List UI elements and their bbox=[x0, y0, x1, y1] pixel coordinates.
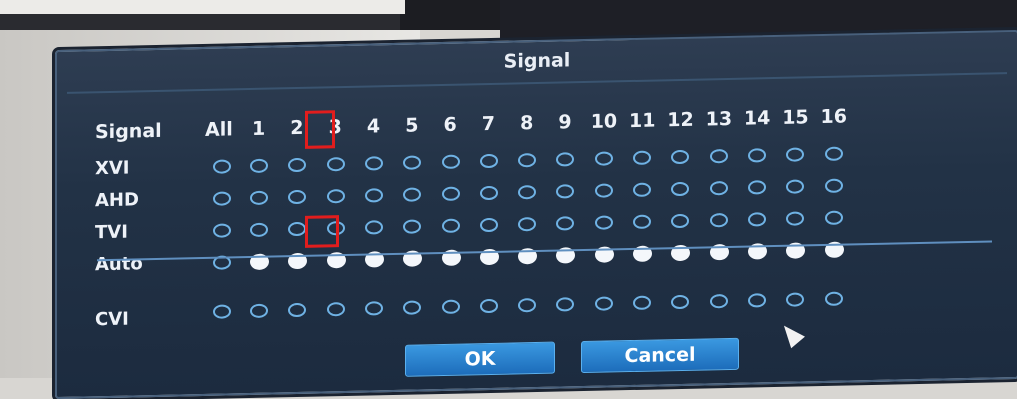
radio-cvi-ch4[interactable] bbox=[364, 301, 383, 316]
radio-cvi-ch16[interactable] bbox=[824, 291, 843, 306]
radio-tvi-ch7[interactable] bbox=[479, 217, 498, 233]
radio-xvi-ch10[interactable] bbox=[594, 151, 613, 166]
radio-cvi-ch2[interactable] bbox=[288, 302, 307, 318]
radio-tvi-ch2[interactable] bbox=[288, 221, 307, 237]
radio-ahd-ch4[interactable] bbox=[364, 188, 383, 203]
channel-header-6: 6 bbox=[443, 113, 457, 136]
radio-cvi-ch6[interactable] bbox=[441, 299, 460, 315]
radio-cvi-ch1[interactable] bbox=[250, 303, 268, 319]
radio-ahd-ch16[interactable] bbox=[824, 178, 843, 193]
channel-header-9: 9 bbox=[558, 111, 572, 134]
radio-cvi-ch12[interactable] bbox=[671, 294, 690, 310]
radio-cvi-ch14[interactable] bbox=[747, 293, 766, 308]
radio-xvi-ch13[interactable] bbox=[709, 149, 728, 164]
row-label-tvi: TVI bbox=[95, 221, 128, 244]
radio-ahd-ch12[interactable] bbox=[671, 181, 690, 197]
radio-ahd-ch11[interactable] bbox=[633, 182, 651, 197]
radio-ahd-ch2[interactable] bbox=[288, 189, 307, 205]
radio-ahd-ch6[interactable] bbox=[441, 186, 460, 202]
radio-xvi-all[interactable] bbox=[213, 159, 231, 174]
radio-xvi-ch11[interactable] bbox=[633, 150, 651, 165]
radio-cvi-ch8[interactable] bbox=[518, 298, 537, 313]
radio-ahd-ch14[interactable] bbox=[747, 180, 766, 195]
radio-ahd-ch9[interactable] bbox=[556, 184, 575, 199]
radio-tvi-ch16[interactable] bbox=[824, 210, 843, 225]
radio-xvi-ch6[interactable] bbox=[441, 154, 460, 170]
radio-tvi-ch13[interactable] bbox=[709, 213, 728, 228]
ok-button[interactable]: OK bbox=[405, 341, 555, 377]
radio-xvi-ch12[interactable] bbox=[671, 149, 690, 165]
radio-xvi-ch9[interactable] bbox=[556, 152, 575, 167]
signal-column-header: Signal bbox=[95, 119, 162, 144]
radio-ahd-ch13[interactable] bbox=[709, 181, 728, 196]
channel-header-10: 10 bbox=[590, 110, 618, 133]
channel-header-1: 1 bbox=[252, 117, 266, 140]
radio-tvi-ch4[interactable] bbox=[364, 220, 383, 235]
cvi-separator bbox=[97, 240, 992, 262]
radio-tvi-all[interactable] bbox=[213, 223, 231, 238]
radio-cvi-ch13[interactable] bbox=[709, 294, 728, 309]
radio-ahd-ch5[interactable] bbox=[403, 187, 422, 202]
radio-ahd-ch7[interactable] bbox=[479, 185, 498, 201]
radio-cvi-ch7[interactable] bbox=[479, 298, 498, 314]
radio-tvi-ch15[interactable] bbox=[786, 211, 805, 226]
channel-header-13: 13 bbox=[705, 107, 733, 131]
row-label-ahd: AHD bbox=[95, 189, 139, 212]
radio-ahd-ch8[interactable] bbox=[518, 185, 537, 200]
all-column-header: All bbox=[205, 118, 233, 141]
radio-xvi-ch14[interactable] bbox=[747, 148, 766, 163]
radio-tvi-ch1[interactable] bbox=[250, 222, 268, 238]
radio-xvi-ch2[interactable] bbox=[288, 157, 307, 173]
radio-cvi-ch15[interactable] bbox=[786, 292, 805, 307]
radio-cvi-ch11[interactable] bbox=[633, 295, 651, 310]
radio-xvi-ch4[interactable] bbox=[364, 156, 383, 171]
radio-tvi-ch5[interactable] bbox=[403, 219, 422, 234]
radio-tvi-ch6[interactable] bbox=[441, 218, 460, 234]
channel-header-11: 11 bbox=[629, 109, 656, 133]
channel-header-16: 16 bbox=[820, 105, 847, 129]
radio-xvi-ch5[interactable] bbox=[403, 155, 422, 170]
radio-tvi-ch14[interactable] bbox=[747, 212, 766, 227]
row-label-auto: Auto bbox=[95, 253, 143, 276]
radio-ahd-all[interactable] bbox=[213, 191, 231, 206]
radio-xvi-ch8[interactable] bbox=[518, 153, 537, 168]
radio-tvi-ch12[interactable] bbox=[671, 213, 690, 229]
radio-ahd-ch1[interactable] bbox=[250, 190, 268, 206]
channel-header-5: 5 bbox=[405, 114, 419, 137]
channel-header-4: 4 bbox=[366, 115, 381, 138]
signal-dialog: Signal Signal All 1 2 3 4 5 6 7 8 9 10 11 12 13 14 15 1… bbox=[55, 29, 1017, 399]
highlight-tvi-channel-2 bbox=[305, 215, 339, 248]
radio-cvi-all[interactable] bbox=[213, 304, 231, 319]
highlight-channel-2-header bbox=[305, 110, 335, 149]
radio-ahd-ch3[interactable] bbox=[326, 189, 345, 204]
radio-cvi-ch5[interactable] bbox=[403, 300, 422, 315]
radio-ahd-ch10[interactable] bbox=[594, 183, 613, 198]
radio-cvi-ch3[interactable] bbox=[326, 302, 345, 317]
channel-header-2: 2 bbox=[290, 116, 304, 140]
channel-header-12: 12 bbox=[667, 108, 694, 132]
background-strip-dark bbox=[0, 14, 400, 30]
radio-xvi-ch16[interactable] bbox=[824, 146, 843, 161]
channel-header-8: 8 bbox=[520, 112, 534, 135]
radio-tvi-ch10[interactable] bbox=[594, 215, 613, 230]
row-label-xvi: XVI bbox=[95, 157, 130, 180]
cancel-button[interactable]: Cancel bbox=[581, 337, 739, 374]
radio-tvi-ch8[interactable] bbox=[518, 217, 537, 232]
radio-xvi-ch1[interactable] bbox=[250, 158, 268, 174]
channel-header-15: 15 bbox=[782, 106, 809, 129]
background-strip bbox=[0, 0, 405, 14]
radio-xvi-ch15[interactable] bbox=[786, 147, 805, 162]
radio-tvi-ch9[interactable] bbox=[556, 216, 575, 231]
radio-xvi-ch3[interactable] bbox=[326, 157, 345, 172]
radio-cvi-ch10[interactable] bbox=[594, 296, 613, 311]
channel-header-14: 14 bbox=[743, 107, 771, 130]
radio-tvi-ch11[interactable] bbox=[633, 214, 651, 229]
radio-xvi-ch7[interactable] bbox=[479, 153, 498, 169]
radio-ahd-ch15[interactable] bbox=[786, 179, 805, 194]
channel-header-7: 7 bbox=[481, 112, 496, 136]
radio-cvi-ch9[interactable] bbox=[556, 297, 575, 312]
row-label-cvi: CVI bbox=[95, 308, 129, 331]
